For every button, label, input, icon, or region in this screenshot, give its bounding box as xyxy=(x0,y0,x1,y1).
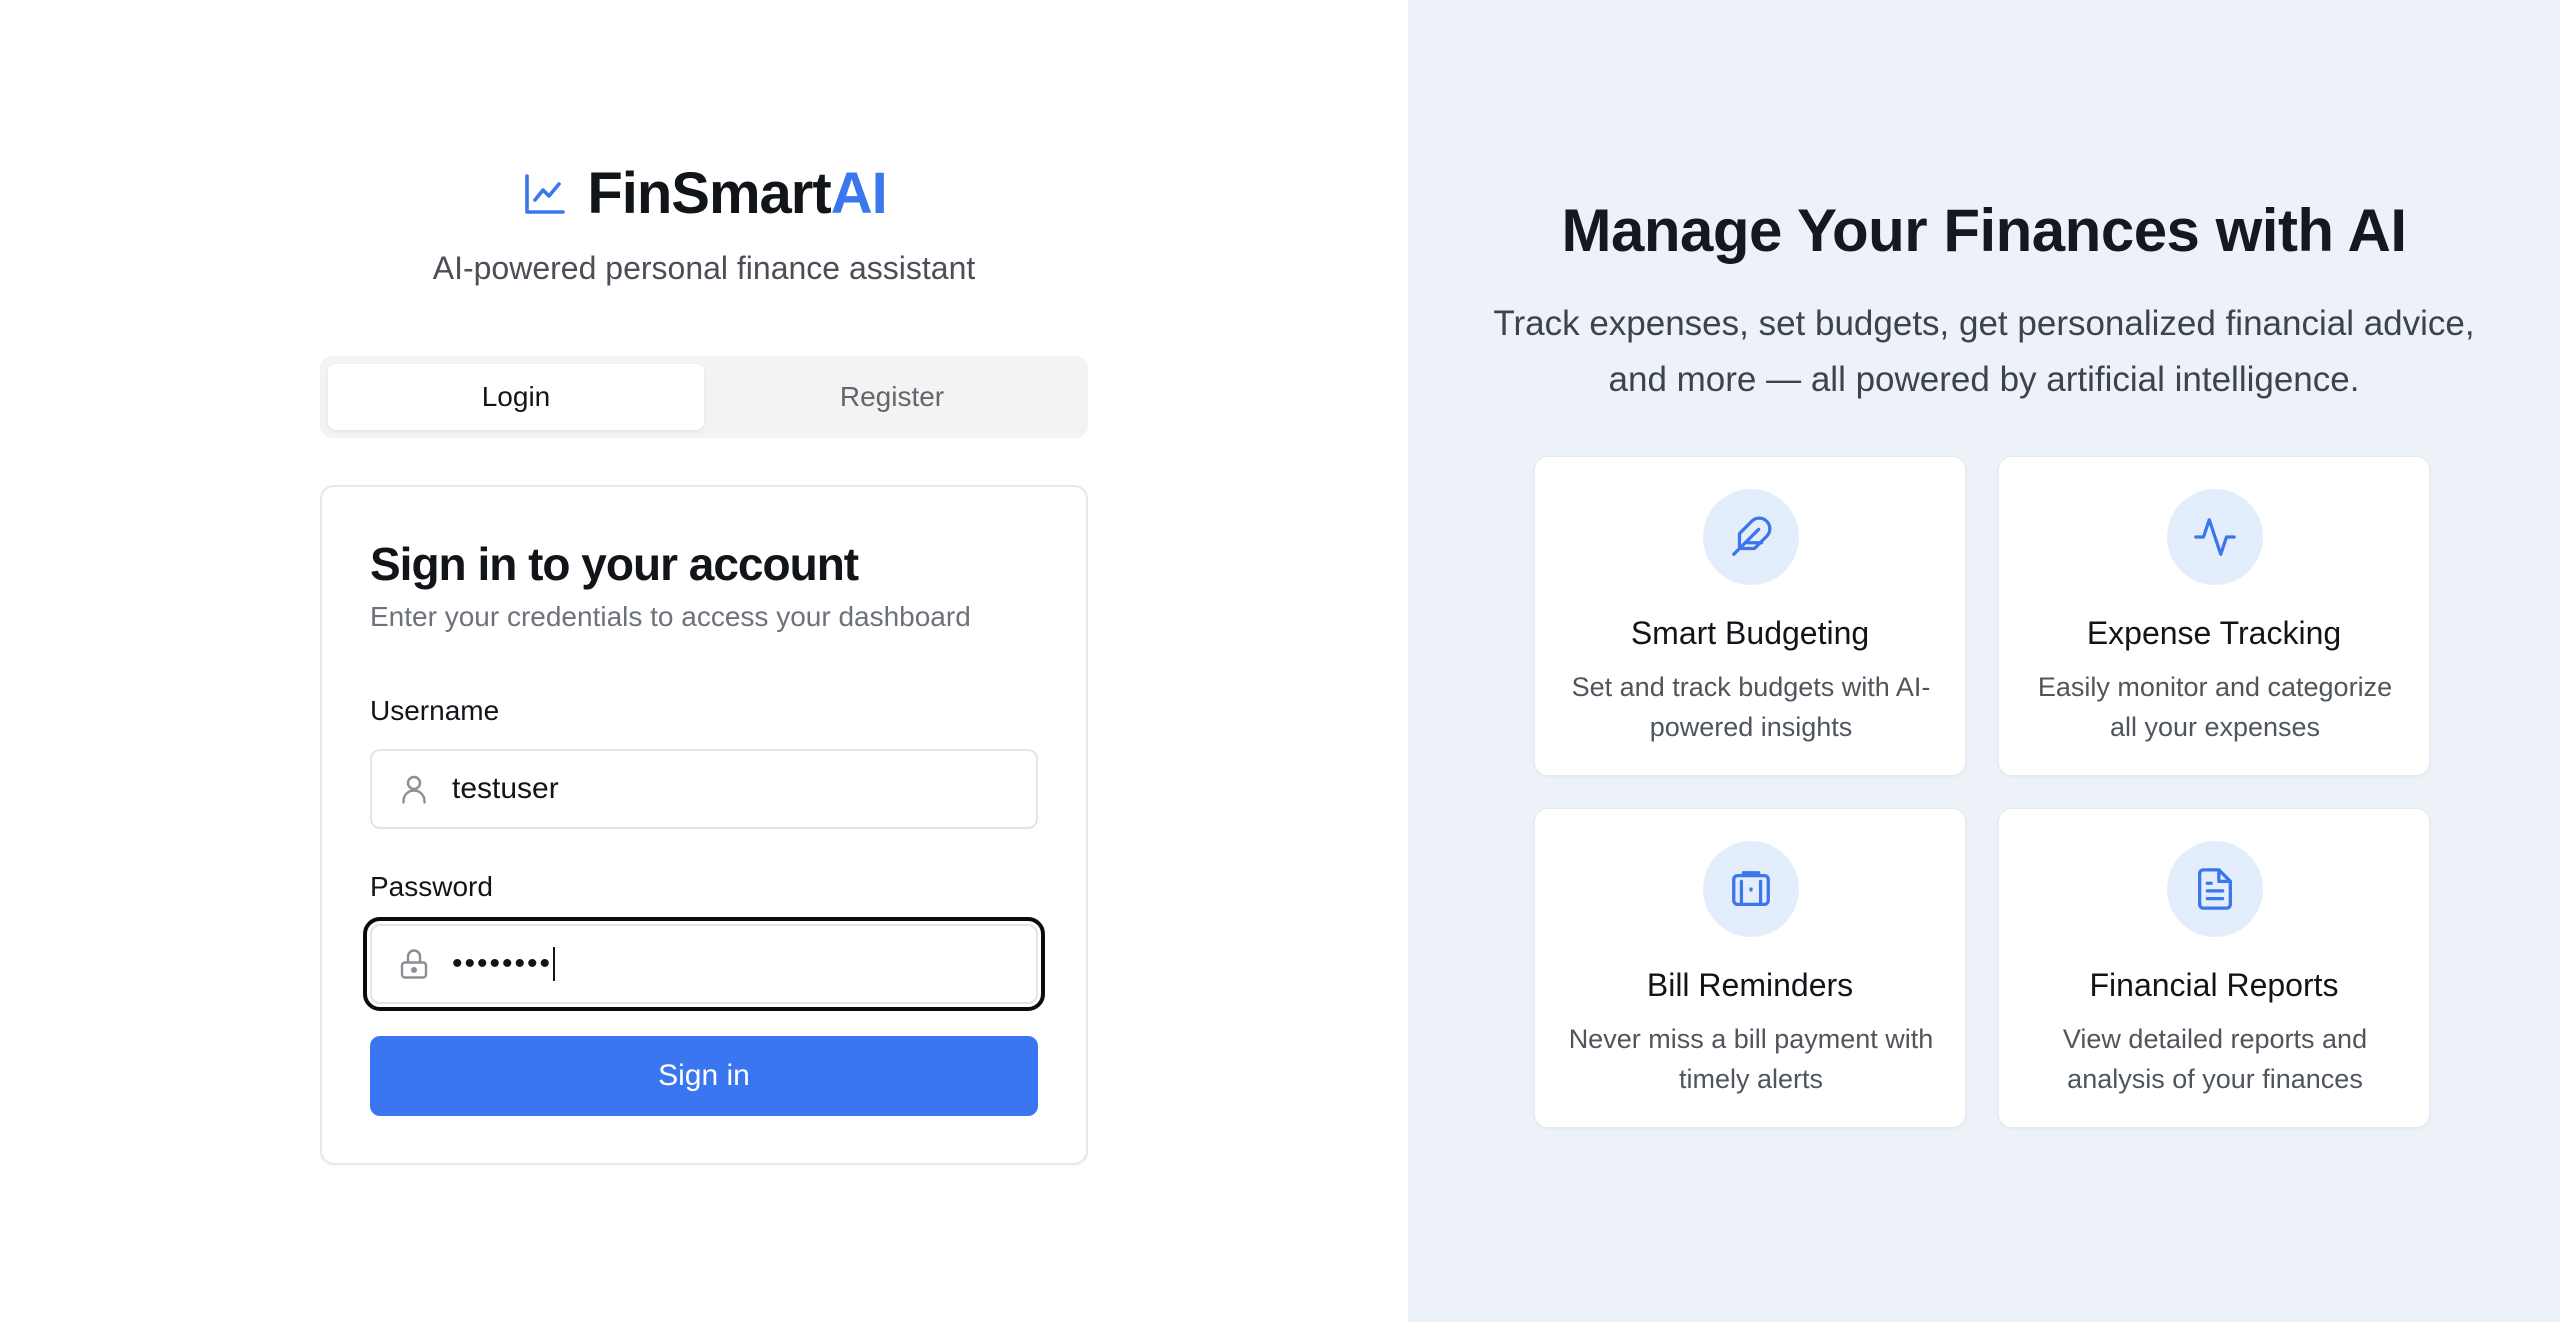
feature-title: Expense Tracking xyxy=(2086,615,2342,651)
auth-tabs: Login Register xyxy=(320,356,1088,438)
promo-panel: Manage Your Finances with AI Track expen… xyxy=(1408,0,2560,1322)
login-card: Sign in to your account Enter your crede… xyxy=(320,485,1088,1165)
feature-icon-circle xyxy=(1703,841,1799,937)
login-page: FinSmartAI AI-powered personal finance a… xyxy=(0,0,2560,1322)
brand-name: FinSmartAI xyxy=(587,160,888,227)
login-subtitle: Enter your credentials to access your da… xyxy=(370,601,971,632)
brand-name-main: FinSmart xyxy=(587,161,831,226)
user-icon xyxy=(402,775,426,804)
username-field[interactable] xyxy=(370,749,1038,829)
feature-grid: Smart Budgeting Set and track budgets wi… xyxy=(1534,456,2434,1128)
text-caret xyxy=(553,947,556,981)
sign-in-button[interactable]: Sign in xyxy=(370,1036,1038,1116)
brand-name-accent: AI xyxy=(830,161,888,226)
lock-icon xyxy=(400,949,428,979)
feature-card-smart-budgeting: Smart Budgeting Set and track budgets wi… xyxy=(1534,456,1966,776)
password-input[interactable]: •••••••• xyxy=(452,947,552,981)
activity-icon xyxy=(2194,518,2236,556)
feature-icon-circle xyxy=(2167,489,2263,585)
promo-subtitle: Track expenses, set budgets, get persona… xyxy=(1493,304,2475,399)
feature-icon-circle xyxy=(1703,489,1799,585)
username-label: Username xyxy=(370,695,500,726)
auth-panel: FinSmartAI AI-powered personal finance a… xyxy=(0,0,1408,1322)
feature-description: View detailed reports and analysis of yo… xyxy=(2062,1024,2368,1094)
line-chart-icon xyxy=(525,173,566,214)
password-field[interactable]: •••••••• xyxy=(363,917,1045,1011)
feature-icon-circle xyxy=(2167,841,2263,937)
brand-tagline: AI-powered personal finance assistant xyxy=(432,250,976,286)
promo-title: Manage Your Finances with AI xyxy=(1561,197,2407,264)
tab-login[interactable]: Login xyxy=(328,364,704,430)
feature-description: Never miss a bill payment with timely al… xyxy=(1568,1024,1934,1094)
feature-description: Easily monitor and categorize all your e… xyxy=(2037,672,2393,742)
feature-title: Smart Budgeting xyxy=(1630,615,1870,651)
file-text-icon xyxy=(2198,868,2232,910)
feature-title: Financial Reports xyxy=(2089,967,2339,1003)
login-title: Sign in to your account xyxy=(370,538,859,590)
username-input[interactable] xyxy=(452,759,1012,819)
feather-icon xyxy=(1732,516,1772,556)
password-label: Password xyxy=(370,871,493,902)
feature-card-expense-tracking: Expense Tracking Easily monitor and cate… xyxy=(1998,456,2430,776)
feature-title: Bill Reminders xyxy=(1646,967,1854,1003)
tab-register[interactable]: Register xyxy=(704,364,1080,430)
feature-description: Set and track budgets with AI-powered in… xyxy=(1571,672,1931,742)
brand-logo: FinSmartAI xyxy=(0,160,1408,227)
feature-card-financial-reports: Financial Reports View detailed reports … xyxy=(1998,808,2430,1128)
feature-card-bill-reminders: Bill Reminders Never miss a bill payment… xyxy=(1534,808,1966,1128)
briefcase-icon xyxy=(1732,871,1770,906)
